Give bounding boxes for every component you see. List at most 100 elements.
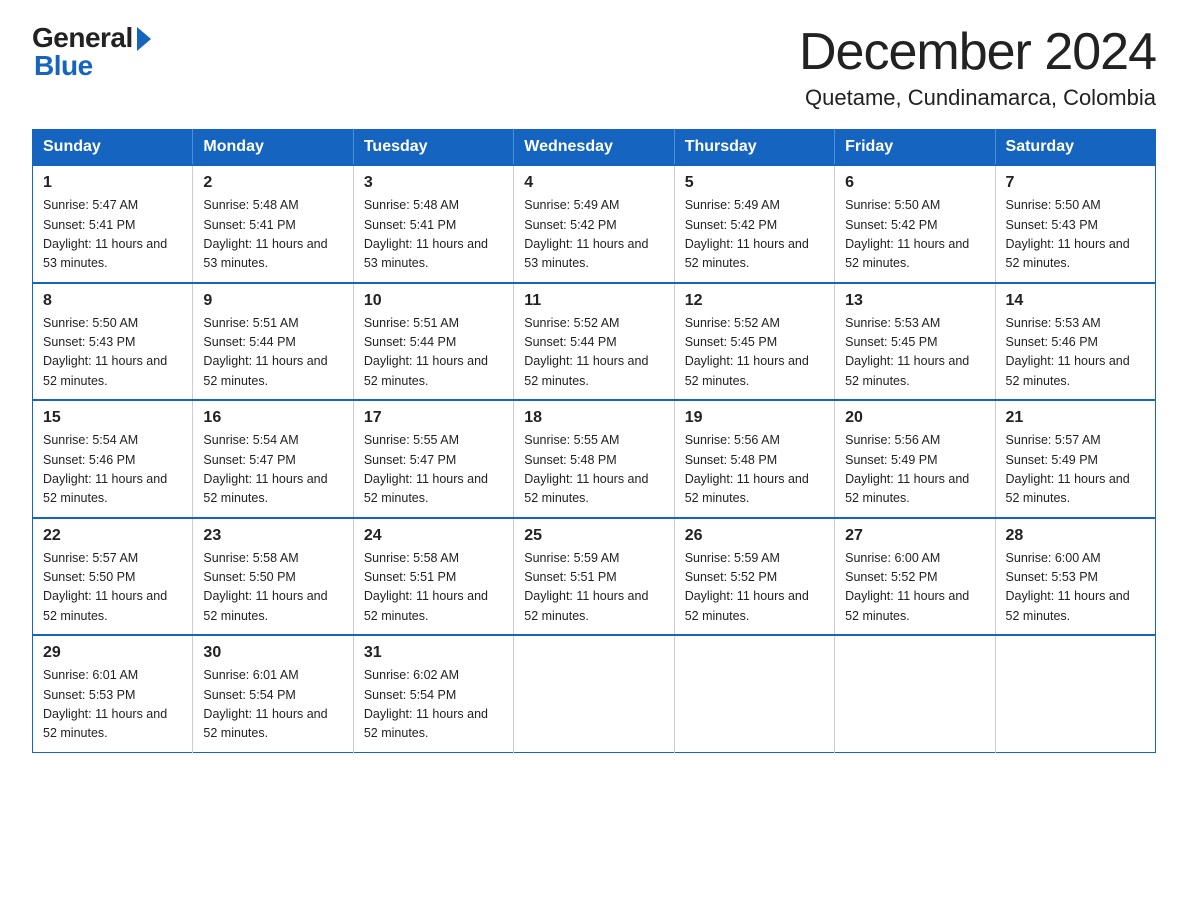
calendar-cell: 30 Sunrise: 6:01 AMSunset: 5:54 PMDaylig…	[193, 635, 353, 752]
day-number: 2	[203, 174, 342, 192]
day-number: 11	[524, 292, 663, 310]
day-number: 23	[203, 527, 342, 545]
header-day-friday: Friday	[835, 130, 995, 166]
calendar-cell: 24 Sunrise: 5:58 AMSunset: 5:51 PMDaylig…	[353, 518, 513, 636]
page-header: General Blue December 2024 Quetame, Cund…	[32, 24, 1156, 111]
calendar-cell: 11 Sunrise: 5:52 AMSunset: 5:44 PMDaylig…	[514, 283, 674, 401]
calendar-cell	[835, 635, 995, 752]
calendar-cell: 1 Sunrise: 5:47 AMSunset: 5:41 PMDayligh…	[33, 165, 193, 283]
day-number: 18	[524, 409, 663, 427]
calendar-cell: 19 Sunrise: 5:56 AMSunset: 5:48 PMDaylig…	[674, 400, 834, 518]
calendar-cell: 12 Sunrise: 5:52 AMSunset: 5:45 PMDaylig…	[674, 283, 834, 401]
calendar-cell: 21 Sunrise: 5:57 AMSunset: 5:49 PMDaylig…	[995, 400, 1155, 518]
day-number: 24	[364, 527, 503, 545]
calendar-cell: 2 Sunrise: 5:48 AMSunset: 5:41 PMDayligh…	[193, 165, 353, 283]
logo-general-text: General	[32, 24, 133, 52]
calendar-cell: 9 Sunrise: 5:51 AMSunset: 5:44 PMDayligh…	[193, 283, 353, 401]
day-number: 21	[1006, 409, 1145, 427]
header-row: SundayMondayTuesdayWednesdayThursdayFrid…	[33, 130, 1156, 166]
day-info: Sunrise: 5:53 AMSunset: 5:45 PMDaylight:…	[845, 316, 969, 388]
week-row-5: 29 Sunrise: 6:01 AMSunset: 5:53 PMDaylig…	[33, 635, 1156, 752]
day-number: 25	[524, 527, 663, 545]
day-number: 29	[43, 644, 182, 662]
day-number: 5	[685, 174, 824, 192]
calendar-cell: 29 Sunrise: 6:01 AMSunset: 5:53 PMDaylig…	[33, 635, 193, 752]
calendar-cell: 31 Sunrise: 6:02 AMSunset: 5:54 PMDaylig…	[353, 635, 513, 752]
header-day-saturday: Saturday	[995, 130, 1155, 166]
day-number: 1	[43, 174, 182, 192]
day-info: Sunrise: 5:59 AMSunset: 5:51 PMDaylight:…	[524, 551, 648, 623]
calendar-cell	[674, 635, 834, 752]
day-info: Sunrise: 5:48 AMSunset: 5:41 PMDaylight:…	[364, 198, 488, 270]
day-number: 20	[845, 409, 984, 427]
calendar-cell: 20 Sunrise: 5:56 AMSunset: 5:49 PMDaylig…	[835, 400, 995, 518]
day-number: 6	[845, 174, 984, 192]
day-number: 12	[685, 292, 824, 310]
day-number: 19	[685, 409, 824, 427]
day-info: Sunrise: 5:58 AMSunset: 5:51 PMDaylight:…	[364, 551, 488, 623]
day-info: Sunrise: 5:50 AMSunset: 5:43 PMDaylight:…	[1006, 198, 1130, 270]
day-info: Sunrise: 6:01 AMSunset: 5:53 PMDaylight:…	[43, 668, 167, 740]
week-row-3: 15 Sunrise: 5:54 AMSunset: 5:46 PMDaylig…	[33, 400, 1156, 518]
day-number: 3	[364, 174, 503, 192]
day-info: Sunrise: 5:57 AMSunset: 5:49 PMDaylight:…	[1006, 433, 1130, 505]
calendar-cell: 14 Sunrise: 5:53 AMSunset: 5:46 PMDaylig…	[995, 283, 1155, 401]
calendar-cell: 22 Sunrise: 5:57 AMSunset: 5:50 PMDaylig…	[33, 518, 193, 636]
header-day-wednesday: Wednesday	[514, 130, 674, 166]
day-info: Sunrise: 5:56 AMSunset: 5:49 PMDaylight:…	[845, 433, 969, 505]
calendar-cell: 3 Sunrise: 5:48 AMSunset: 5:41 PMDayligh…	[353, 165, 513, 283]
header-day-sunday: Sunday	[33, 130, 193, 166]
day-number: 13	[845, 292, 984, 310]
day-number: 4	[524, 174, 663, 192]
day-number: 14	[1006, 292, 1145, 310]
day-info: Sunrise: 6:00 AMSunset: 5:52 PMDaylight:…	[845, 551, 969, 623]
day-info: Sunrise: 5:56 AMSunset: 5:48 PMDaylight:…	[685, 433, 809, 505]
week-row-4: 22 Sunrise: 5:57 AMSunset: 5:50 PMDaylig…	[33, 518, 1156, 636]
day-info: Sunrise: 5:49 AMSunset: 5:42 PMDaylight:…	[685, 198, 809, 270]
day-number: 26	[685, 527, 824, 545]
calendar-cell: 23 Sunrise: 5:58 AMSunset: 5:50 PMDaylig…	[193, 518, 353, 636]
day-info: Sunrise: 5:51 AMSunset: 5:44 PMDaylight:…	[364, 316, 488, 388]
day-info: Sunrise: 5:50 AMSunset: 5:42 PMDaylight:…	[845, 198, 969, 270]
calendar-cell	[995, 635, 1155, 752]
day-info: Sunrise: 5:54 AMSunset: 5:47 PMDaylight:…	[203, 433, 327, 505]
day-info: Sunrise: 5:50 AMSunset: 5:43 PMDaylight:…	[43, 316, 167, 388]
day-info: Sunrise: 5:55 AMSunset: 5:47 PMDaylight:…	[364, 433, 488, 505]
day-info: Sunrise: 5:57 AMSunset: 5:50 PMDaylight:…	[43, 551, 167, 623]
logo: General Blue	[32, 24, 151, 80]
calendar-cell: 15 Sunrise: 5:54 AMSunset: 5:46 PMDaylig…	[33, 400, 193, 518]
day-number: 22	[43, 527, 182, 545]
day-number: 15	[43, 409, 182, 427]
calendar-cell: 13 Sunrise: 5:53 AMSunset: 5:45 PMDaylig…	[835, 283, 995, 401]
calendar-cell	[514, 635, 674, 752]
day-info: Sunrise: 5:54 AMSunset: 5:46 PMDaylight:…	[43, 433, 167, 505]
day-number: 8	[43, 292, 182, 310]
calendar-cell: 7 Sunrise: 5:50 AMSunset: 5:43 PMDayligh…	[995, 165, 1155, 283]
day-number: 27	[845, 527, 984, 545]
day-info: Sunrise: 6:00 AMSunset: 5:53 PMDaylight:…	[1006, 551, 1130, 623]
title-block: December 2024 Quetame, Cundinamarca, Col…	[799, 24, 1156, 111]
calendar-cell: 28 Sunrise: 6:00 AMSunset: 5:53 PMDaylig…	[995, 518, 1155, 636]
day-info: Sunrise: 5:53 AMSunset: 5:46 PMDaylight:…	[1006, 316, 1130, 388]
logo-blue-text: Blue	[34, 52, 93, 80]
day-number: 17	[364, 409, 503, 427]
calendar-cell: 8 Sunrise: 5:50 AMSunset: 5:43 PMDayligh…	[33, 283, 193, 401]
header-day-tuesday: Tuesday	[353, 130, 513, 166]
day-number: 9	[203, 292, 342, 310]
calendar-subtitle: Quetame, Cundinamarca, Colombia	[799, 85, 1156, 111]
calendar-body: 1 Sunrise: 5:47 AMSunset: 5:41 PMDayligh…	[33, 165, 1156, 752]
calendar-cell: 16 Sunrise: 5:54 AMSunset: 5:47 PMDaylig…	[193, 400, 353, 518]
calendar-cell: 18 Sunrise: 5:55 AMSunset: 5:48 PMDaylig…	[514, 400, 674, 518]
calendar-cell: 6 Sunrise: 5:50 AMSunset: 5:42 PMDayligh…	[835, 165, 995, 283]
day-info: Sunrise: 5:55 AMSunset: 5:48 PMDaylight:…	[524, 433, 648, 505]
calendar-cell: 4 Sunrise: 5:49 AMSunset: 5:42 PMDayligh…	[514, 165, 674, 283]
day-info: Sunrise: 5:59 AMSunset: 5:52 PMDaylight:…	[685, 551, 809, 623]
day-info: Sunrise: 5:49 AMSunset: 5:42 PMDaylight:…	[524, 198, 648, 270]
day-info: Sunrise: 5:52 AMSunset: 5:45 PMDaylight:…	[685, 316, 809, 388]
day-number: 31	[364, 644, 503, 662]
day-number: 10	[364, 292, 503, 310]
calendar-table: SundayMondayTuesdayWednesdayThursdayFrid…	[32, 129, 1156, 753]
logo-arrow-icon	[137, 27, 151, 51]
day-number: 16	[203, 409, 342, 427]
calendar-cell: 10 Sunrise: 5:51 AMSunset: 5:44 PMDaylig…	[353, 283, 513, 401]
